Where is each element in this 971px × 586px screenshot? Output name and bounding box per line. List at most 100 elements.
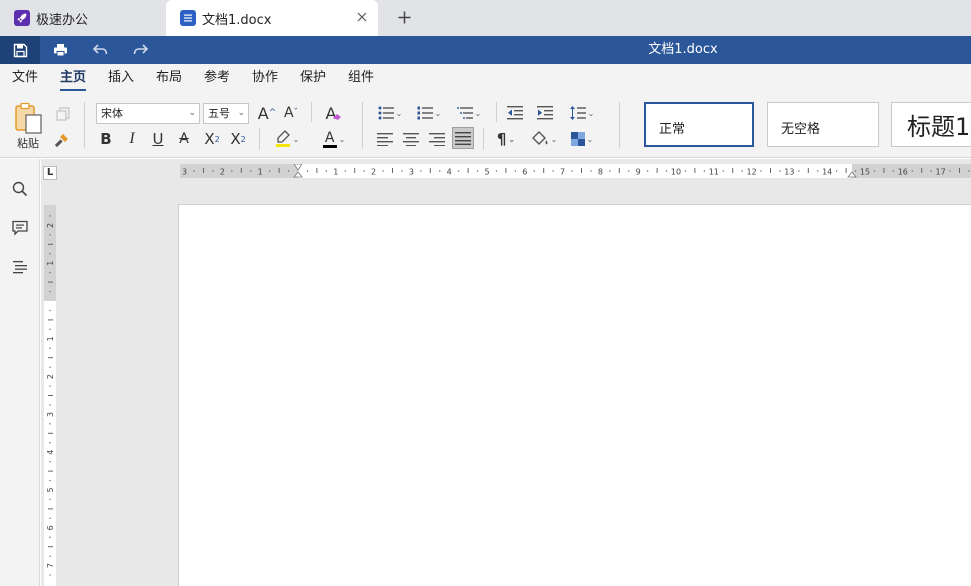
italic-button[interactable]: I bbox=[123, 129, 141, 149]
chevron-down-icon: ⌄ bbox=[188, 108, 196, 118]
paragraph-marks-button[interactable]: ¶ ⌄ bbox=[491, 129, 521, 149]
paste-button[interactable] bbox=[12, 102, 44, 134]
ruler-tick bbox=[646, 170, 649, 172]
ruler-label: 15 bbox=[860, 168, 870, 177]
close-icon[interactable] bbox=[354, 9, 370, 25]
navigation-button[interactable] bbox=[9, 256, 31, 278]
tab-document[interactable]: 文档1.docx bbox=[166, 0, 378, 36]
bullet-list-icon bbox=[378, 106, 394, 120]
save-button[interactable] bbox=[0, 36, 40, 64]
vertical-ruler[interactable]: 2 1 1 2 3 4 5 6 7 bbox=[44, 205, 56, 586]
menu-home[interactable]: 主页 bbox=[60, 64, 87, 92]
document-workspace: L 3 2 1 1 2 3 4 5 6 7 8 9 10 11 12 13 14 15 16 17 211234567 bbox=[41, 159, 971, 586]
style-no-spacing[interactable]: 无空格 bbox=[767, 102, 879, 147]
title-bar: 文档1.docx bbox=[0, 36, 971, 64]
ruler-label: 6 bbox=[522, 168, 527, 177]
ruler-tick bbox=[49, 498, 51, 501]
ruler-tick bbox=[420, 170, 422, 172]
align-left-button[interactable] bbox=[375, 129, 395, 149]
ruler-label: 12 bbox=[747, 168, 757, 177]
numbered-list-icon bbox=[417, 106, 433, 120]
format-painter-button[interactable] bbox=[52, 130, 72, 150]
new-tab-button[interactable] bbox=[394, 7, 414, 27]
increase-indent-button[interactable] bbox=[535, 103, 555, 123]
align-center-button[interactable] bbox=[401, 129, 421, 149]
ruler-tick bbox=[694, 168, 696, 173]
decrease-indent-button[interactable] bbox=[505, 103, 525, 123]
font-size-select[interactable]: 五号 ⌄ bbox=[203, 103, 249, 124]
print-icon bbox=[53, 44, 67, 57]
ruler-tick bbox=[278, 168, 280, 173]
ruler-tick bbox=[48, 508, 53, 510]
shading-button[interactable]: ⌄ bbox=[528, 129, 560, 149]
ruler-tick bbox=[325, 170, 328, 172]
chevron-down-icon: ⌄ bbox=[474, 108, 482, 118]
ruler-tick bbox=[49, 517, 51, 520]
tab-bar: 极速办公 文档1.docx bbox=[0, 0, 971, 36]
search-button[interactable] bbox=[9, 178, 31, 200]
tab-jisu-office[interactable]: 极速办公 bbox=[0, 0, 154, 36]
grow-font-button[interactable]: A ^ bbox=[257, 102, 277, 124]
line-spacing-icon bbox=[569, 106, 586, 120]
redo-button[interactable] bbox=[125, 36, 155, 64]
menu-file[interactable]: 文件 bbox=[12, 64, 38, 92]
multilevel-list-button[interactable]: ⌄ bbox=[454, 103, 484, 123]
tab-label: 极速办公 bbox=[36, 12, 89, 28]
ruler-tick bbox=[439, 170, 441, 172]
eraser-icon bbox=[333, 114, 342, 120]
ruler-tick bbox=[49, 234, 51, 236]
justify-button[interactable] bbox=[452, 127, 474, 149]
menu-insert[interactable]: 插入 bbox=[108, 64, 134, 92]
ruler-label: 2 bbox=[371, 168, 376, 177]
highlight-button[interactable]: ⌄ bbox=[271, 129, 303, 149]
numbered-list-button[interactable]: ⌄ bbox=[414, 103, 444, 123]
bold-button[interactable]: B bbox=[97, 129, 115, 149]
document-page[interactable] bbox=[178, 204, 971, 586]
comments-button[interactable] bbox=[9, 217, 31, 239]
align-right-button[interactable] bbox=[427, 129, 447, 149]
menu-layout[interactable]: 布局 bbox=[156, 64, 182, 92]
subscript-button[interactable]: X2 bbox=[227, 129, 249, 149]
shrink-font-button[interactable]: Aˇ bbox=[281, 102, 301, 124]
style-normal[interactable]: 正常 bbox=[644, 102, 754, 147]
ruler-tick bbox=[49, 253, 51, 255]
underline-button[interactable]: U bbox=[149, 129, 167, 149]
ruler-label: 6 bbox=[46, 525, 55, 530]
document-title: 文档1.docx bbox=[648, 42, 718, 57]
increase-indent-icon bbox=[537, 106, 553, 120]
copy-button[interactable] bbox=[53, 104, 73, 124]
strikethrough-button[interactable]: A bbox=[175, 129, 193, 149]
highlighter-icon bbox=[275, 130, 290, 147]
ruler-label: 5 bbox=[46, 487, 55, 492]
menu-references[interactable]: 参考 bbox=[204, 64, 230, 92]
bullet-list-button[interactable]: ⌄ bbox=[375, 103, 405, 123]
borders-button[interactable]: ⌄ bbox=[566, 129, 598, 149]
clear-format-button[interactable]: A bbox=[322, 102, 346, 124]
ruler-label: 4 bbox=[447, 168, 452, 177]
menu-components[interactable]: 组件 bbox=[348, 64, 374, 92]
ruler-tick bbox=[49, 328, 51, 331]
pilcrow-icon: ¶ bbox=[496, 130, 507, 148]
ruler-tick bbox=[807, 168, 809, 173]
horizontal-ruler[interactable]: 3 2 1 1 2 3 4 5 6 7 8 9 10 11 12 13 14 15 16 17 bbox=[180, 164, 971, 178]
font-name-select[interactable]: 宋体 ⌄ bbox=[96, 103, 200, 124]
menu-collaborate[interactable]: 协作 bbox=[252, 64, 278, 92]
ruler-tick bbox=[354, 168, 356, 173]
print-button[interactable] bbox=[45, 36, 75, 64]
ruler-tick bbox=[467, 168, 469, 173]
font-color-button[interactable]: A ⌄ bbox=[318, 129, 350, 149]
decrease-indent-icon bbox=[507, 106, 523, 120]
ruler-tick bbox=[665, 170, 668, 172]
superscript-button[interactable]: X2 bbox=[201, 129, 223, 149]
line-spacing-button[interactable]: ⌄ bbox=[567, 103, 597, 123]
ruler-tick bbox=[609, 170, 611, 172]
style-heading-1[interactable]: 标题1 bbox=[891, 102, 971, 147]
redo-icon bbox=[133, 44, 148, 55]
copy-icon bbox=[56, 107, 70, 121]
tab-stop-selector[interactable]: L bbox=[43, 166, 57, 180]
save-icon bbox=[13, 43, 27, 57]
menu-protect[interactable]: 保护 bbox=[300, 64, 326, 92]
undo-button[interactable] bbox=[85, 36, 115, 64]
chevron-down-icon: ⌄ bbox=[292, 134, 300, 144]
ruler-label: 5 bbox=[484, 168, 489, 177]
